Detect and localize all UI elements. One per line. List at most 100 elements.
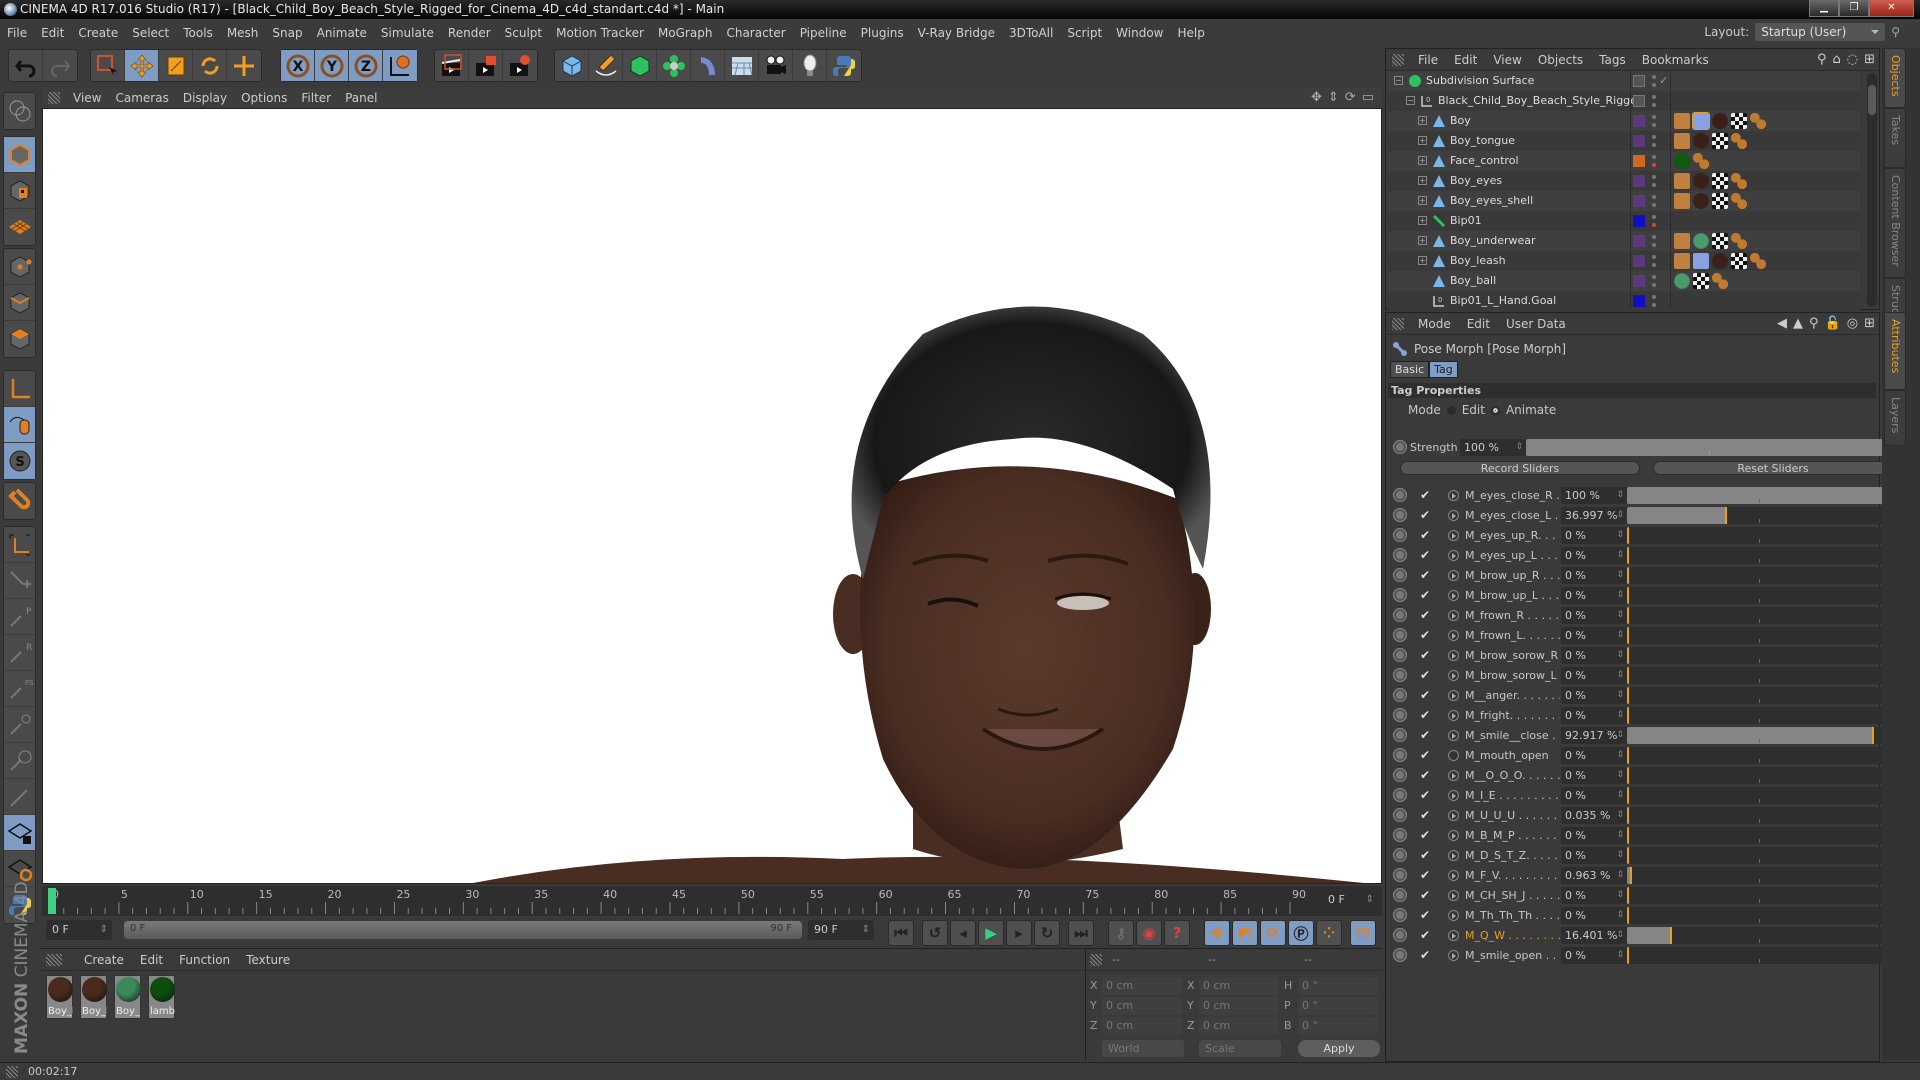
morph-slider-knob[interactable] (1627, 887, 1629, 904)
object-row[interactable]: − 0 Black_Child_Boy_Beach_Style_Rigged (1388, 91, 1860, 111)
morph-enable-checkbox[interactable]: ✔ (1420, 888, 1430, 902)
start-frame-field[interactable]: 0 F (46, 920, 112, 940)
morph-value-field[interactable]: 92.917 % (1561, 727, 1627, 744)
timeline-icon[interactable]: ▤ (1350, 920, 1376, 946)
object-menu-tags[interactable]: Tags (1591, 53, 1634, 67)
size-x-field[interactable]: 0 cm (1199, 977, 1279, 995)
last-tool-icon[interactable] (227, 50, 261, 81)
morph-enable-checkbox[interactable]: ✔ (1420, 808, 1430, 822)
joint-param-icon[interactable] (4, 743, 35, 779)
morph-slider-knob[interactable] (1724, 507, 1727, 524)
morph-slider[interactable] (1627, 867, 1891, 884)
morph-animate-toggle[interactable] (1394, 569, 1406, 581)
tab-tag[interactable]: Tag (1429, 361, 1458, 378)
morph-enable-checkbox[interactable]: ✔ (1420, 748, 1430, 762)
material-cloth-tag-icon[interactable] (1674, 273, 1690, 289)
keyframe-selection-icon[interactable]: ⚷ (1108, 920, 1134, 946)
home-icon[interactable]: ⌂ (1832, 52, 1840, 67)
size-y-field[interactable]: 0 cm (1199, 997, 1279, 1015)
morph-target-icon[interactable] (1448, 730, 1459, 741)
mode-animate-radio[interactable] (1490, 405, 1500, 415)
weight-tag-icon[interactable] (1712, 273, 1728, 289)
morph-value-field[interactable]: 0 % (1561, 947, 1627, 964)
viewport-menu-cameras[interactable]: Cameras (108, 91, 175, 105)
object-row[interactable]: + Boy (1388, 111, 1860, 131)
next-key-icon[interactable]: ↻ (1034, 920, 1060, 946)
object-row[interactable]: + Face_control (1388, 151, 1860, 171)
morph-slider-knob[interactable] (1627, 687, 1629, 704)
weight-tag-icon[interactable] (1750, 253, 1766, 269)
menu-select[interactable]: Select (125, 26, 176, 40)
morph-enable-checkbox[interactable]: ✔ (1420, 868, 1430, 882)
add-joint-icon[interactable] (4, 563, 35, 599)
object-menu-file[interactable]: File (1410, 53, 1446, 67)
key-pla-icon[interactable]: ⁘ (1316, 920, 1342, 946)
axis-enable-icon[interactable] (4, 527, 35, 563)
morph-slider[interactable] (1627, 927, 1891, 944)
morph-value-field[interactable]: 0 % (1561, 607, 1627, 624)
position-y-field[interactable]: 0 cm (1102, 997, 1182, 1015)
morph-slider-knob[interactable] (1627, 827, 1629, 844)
material-menu-function[interactable]: Function (171, 953, 238, 967)
attribute-menu-edit[interactable]: Edit (1459, 317, 1498, 331)
joint-target-icon[interactable] (4, 707, 35, 743)
morph-slider-knob[interactable] (1627, 947, 1629, 964)
menu-edit[interactable]: Edit (34, 26, 71, 40)
expand-toggle-icon[interactable]: + (1418, 176, 1427, 185)
uvw-tag-icon[interactable] (1693, 273, 1709, 289)
scale-icon[interactable] (159, 50, 193, 81)
material-swatch[interactable]: Boy_l (80, 975, 107, 1019)
axis-mode-icon[interactable] (4, 371, 35, 407)
tab-layers[interactable]: Layers (1884, 390, 1906, 446)
morph-slider-knob[interactable] (1627, 587, 1629, 604)
key-parameter-icon[interactable]: Ⓟ (1288, 920, 1314, 946)
expand-toggle-icon[interactable]: − (1406, 96, 1415, 105)
morph-value-field[interactable]: 0 % (1561, 627, 1627, 644)
position-z-field[interactable]: 0 cm (1102, 1017, 1182, 1035)
morph-animate-toggle[interactable] (1394, 489, 1406, 501)
morph-target-icon[interactable] (1448, 950, 1459, 961)
material-swatch[interactable]: lamb (148, 975, 175, 1019)
phong-tag-icon[interactable] (1674, 233, 1690, 249)
view-icon[interactable]: ◌ (1847, 52, 1858, 67)
layout-dropdown[interactable]: Startup (User) (1755, 23, 1886, 41)
morph-target-icon[interactable] (1448, 930, 1459, 941)
menu-3dtoall[interactable]: 3DToAll (1002, 26, 1060, 40)
phong-tag-icon[interactable] (1674, 133, 1690, 149)
visibility-dots[interactable] (1652, 174, 1656, 188)
layer-color-chip[interactable] (1633, 255, 1645, 267)
morph-value-field[interactable]: 0.963 % (1561, 867, 1627, 884)
zoom-icon[interactable]: ⇕ (1328, 90, 1339, 105)
minimize-button[interactable]: ▁ (1809, 0, 1839, 17)
morph-slider[interactable] (1627, 807, 1891, 824)
morph-enable-checkbox[interactable]: ✔ (1420, 688, 1430, 702)
morph-enable-checkbox[interactable]: ✔ (1420, 728, 1430, 742)
menu-render[interactable]: Render (441, 26, 498, 40)
morph-enable-checkbox[interactable]: ✔ (1420, 928, 1430, 942)
weight-tag-icon[interactable] (1731, 233, 1747, 249)
morph-slider[interactable] (1627, 887, 1891, 904)
layer-color-chip[interactable] (1633, 75, 1645, 87)
morph-enable-checkbox[interactable]: ✔ (1420, 708, 1430, 722)
morph-target-icon[interactable] (1448, 890, 1459, 901)
strength-slider[interactable] (1526, 439, 1892, 456)
joint-r-icon[interactable]: R (4, 635, 35, 671)
morph-slider-knob[interactable] (1627, 547, 1629, 564)
morph-enable-checkbox[interactable]: ✔ (1420, 848, 1430, 862)
weight-tag-icon[interactable] (1731, 173, 1747, 189)
uvw-tag-icon[interactable] (1731, 113, 1747, 129)
search-icon[interactable]: ⚲ (1891, 25, 1900, 39)
phong-tag-icon[interactable] (1674, 113, 1690, 129)
world-coordinates-icon[interactable] (383, 50, 417, 81)
tab-basic[interactable]: Basic (1390, 361, 1430, 378)
morph-animate-toggle[interactable] (1394, 869, 1406, 881)
phong-tag-icon[interactable] (1674, 173, 1690, 189)
morph-slider[interactable] (1627, 487, 1891, 504)
move-icon[interactable] (125, 50, 159, 81)
morph-slider[interactable] (1627, 647, 1891, 664)
morph-slider-knob[interactable] (1627, 847, 1629, 864)
python-icon[interactable] (827, 50, 861, 81)
visibility-dots[interactable] (1652, 254, 1656, 268)
back-arrow-icon[interactable]: ◀ (1777, 316, 1787, 331)
up-arrow-icon[interactable]: ▲ (1793, 316, 1803, 331)
